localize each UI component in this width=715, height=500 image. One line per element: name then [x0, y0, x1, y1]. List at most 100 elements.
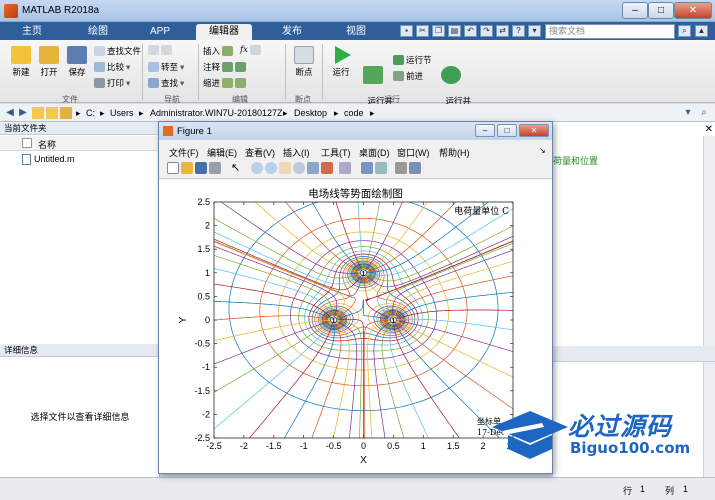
fx-button[interactable]: fx [240, 45, 261, 55]
print-figure-icon[interactable] [209, 162, 221, 174]
menu-desktop[interactable]: 桌面(D) [359, 146, 390, 159]
redo-quick-icon[interactable]: ↷ [480, 25, 493, 37]
run-section-button[interactable]: 运行节 [393, 54, 432, 66]
insert-button[interactable]: 插入 [203, 45, 234, 57]
pane-close-icon[interactable]: ✕ [705, 124, 713, 135]
breadcrumb-drive[interactable]: C: [86, 108, 95, 118]
find-icon [148, 78, 159, 88]
copy-quick-icon[interactable]: ❐ [432, 25, 445, 37]
y-axis-label: Y [178, 316, 189, 323]
maximize-button[interactable]: □ [648, 2, 674, 19]
x-tick-label: 2 [481, 441, 486, 451]
figure-maximize-button[interactable]: □ [497, 124, 517, 137]
address-dropdown-icon[interactable]: ▾ [682, 107, 694, 119]
breadcrumb-user[interactable]: Administrator.WIN7U-20180127Z [150, 108, 283, 118]
compare-button[interactable]: 比较 ▾ [94, 61, 130, 73]
dropdown-quick-icon[interactable]: ▾ [528, 25, 541, 37]
new-button[interactable]: 新建 [8, 46, 34, 78]
pointer-icon[interactable]: ↖ [231, 162, 243, 174]
brush-icon[interactable] [321, 162, 333, 174]
find-files-button[interactable]: 查找文件 [94, 45, 141, 57]
insert-colorbar-icon[interactable] [361, 162, 373, 174]
notification-icon[interactable]: ▲ [695, 25, 708, 37]
comment-button[interactable]: 注释 [203, 61, 247, 73]
pan-icon[interactable] [279, 162, 291, 174]
menu-insert[interactable]: 插入(I) [283, 146, 310, 159]
save-quick-icon[interactable]: ▪ [400, 25, 413, 37]
find-button[interactable]: 查找 ▾ [148, 77, 184, 89]
tab-editor[interactable]: 编辑器 [196, 24, 252, 40]
rotate-3d-icon[interactable] [293, 162, 305, 174]
watermark: 必过源码 Biguo100.com [490, 405, 710, 463]
tab-home[interactable]: 主页 [8, 24, 56, 40]
column-header-name[interactable]: 名称 [0, 136, 160, 151]
paste-quick-icon[interactable]: ▤ [448, 25, 461, 37]
minimize-button[interactable]: – [622, 2, 648, 19]
menu-tools[interactable]: 工具(T) [321, 146, 351, 159]
dock-icon[interactable]: ↘ [539, 146, 546, 155]
breakpoints-button[interactable]: 断点 [290, 46, 318, 78]
field-line [214, 240, 356, 320]
run-button[interactable]: 运行 [328, 46, 354, 78]
figure-close-button[interactable]: ✕ [519, 124, 549, 137]
folder-icon [60, 107, 72, 119]
tab-apps[interactable]: APP [136, 24, 184, 40]
menu-view[interactable]: 查看(V) [245, 146, 275, 159]
figure-title-bar[interactable]: Figure 1 – □ ✕ [159, 122, 552, 140]
command-window-header [553, 346, 715, 362]
breadcrumb-code[interactable]: code [344, 108, 364, 118]
charge-label: 1 [391, 318, 395, 325]
menu-window[interactable]: 窗口(W) [397, 146, 430, 159]
editor-scrollbar[interactable] [703, 136, 715, 346]
cut-quick-icon[interactable]: ✂ [416, 25, 429, 37]
help-quick-icon[interactable]: ? [512, 25, 525, 37]
forward-icon[interactable]: ▶ [17, 107, 29, 119]
switch-window-icon[interactable]: ⇄ [496, 25, 509, 37]
tab-publish[interactable]: 发布 [264, 24, 320, 40]
row-label: 行 [623, 486, 633, 496]
zoom-out-icon[interactable] [265, 162, 277, 174]
hide-plot-tools-icon[interactable] [395, 162, 407, 174]
compare-icon [94, 62, 105, 72]
search-docs-input[interactable]: 搜索文档 [545, 24, 675, 39]
run-advance-icon [363, 66, 383, 84]
breadcrumb-users[interactable]: Users [110, 108, 134, 118]
close-button[interactable]: ✕ [674, 2, 712, 19]
charge-label: 1 [362, 271, 366, 278]
field-line [214, 268, 334, 319]
undo-quick-icon[interactable]: ↶ [464, 25, 477, 37]
y-tick-label: -1.5 [194, 386, 210, 396]
back-icon[interactable]: ◀ [4, 107, 16, 119]
advance-button[interactable]: 前进 [393, 70, 423, 82]
breadcrumb-desktop[interactable]: Desktop [294, 108, 327, 118]
new-figure-icon[interactable] [167, 162, 179, 174]
zoom-in-icon[interactable] [251, 162, 263, 174]
y-tick-label: 2.5 [197, 197, 210, 207]
status-bar: 行 1 列 1 [0, 477, 715, 500]
insert-legend-icon[interactable] [375, 162, 387, 174]
nav-back-forward[interactable] [148, 45, 172, 55]
goto-button[interactable]: 转至 ▾ [148, 61, 184, 73]
search-icon[interactable]: ⌕ [678, 25, 691, 37]
open-file-icon[interactable] [181, 162, 193, 174]
tab-plots[interactable]: 绘图 [70, 24, 126, 40]
tab-view[interactable]: 视图 [332, 24, 380, 40]
indent-button[interactable]: 缩进 [203, 77, 247, 89]
up-folder-icon[interactable] [32, 107, 44, 119]
data-cursor-icon[interactable] [307, 162, 319, 174]
file-list-item[interactable]: Untitled.m [0, 152, 160, 167]
browse-folder-icon[interactable] [46, 107, 58, 119]
show-plot-tools-icon[interactable] [409, 162, 421, 174]
save-figure-icon[interactable] [195, 162, 207, 174]
search-folder-icon[interactable]: ⌕ [698, 107, 710, 119]
print-button[interactable]: 打印 ▾ [94, 77, 130, 89]
menu-file[interactable]: 文件(F) [169, 146, 199, 159]
open-button[interactable]: 打开 [36, 46, 62, 78]
menu-edit[interactable]: 编辑(E) [207, 146, 237, 159]
figure-minimize-button[interactable]: – [475, 124, 495, 137]
save-button[interactable]: 保存 [64, 46, 90, 78]
separator [198, 44, 199, 100]
menu-help[interactable]: 帮助(H) [439, 146, 470, 159]
field-line [214, 315, 332, 321]
link-plot-icon[interactable] [339, 162, 351, 174]
